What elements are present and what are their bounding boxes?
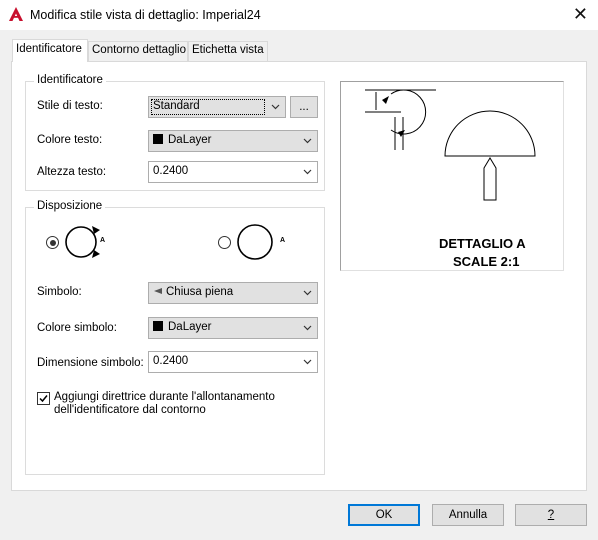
group-title: Disposizione	[34, 200, 106, 212]
leader-line-1: Aggiungi direttrice durante l'allontanam…	[54, 391, 275, 403]
leader-line-2: dell'identificatore dal contorno	[54, 404, 206, 416]
tab-label: Contorno dettaglio	[92, 44, 186, 56]
radio-arrow-style[interactable]	[46, 236, 59, 249]
text-style-browse-button[interactable]: ...	[290, 96, 318, 118]
leader-checkbox[interactable]	[37, 392, 50, 405]
preview-label-line-1: DETTAGLIO A	[439, 236, 526, 251]
chevron-down-icon	[303, 169, 312, 175]
symbol-color-value: DaLayer	[168, 321, 212, 333]
closed-filled-arrow-icon	[154, 288, 162, 294]
radio-plain-style[interactable]	[218, 236, 231, 249]
symbol-color-select[interactable]: DaLayer	[148, 317, 318, 339]
window-title: Modifica stile vista di dettaglio: Imper…	[30, 8, 261, 22]
symbol-label: Simbolo:	[37, 286, 82, 298]
title-bar: Modifica stile vista di dettaglio: Imper…	[0, 0, 598, 30]
text-color-value: DaLayer	[168, 134, 212, 146]
group-title: Identificatore	[34, 74, 106, 86]
symbol-select[interactable]: Chiusa piena	[148, 282, 318, 304]
radio-letter: A	[100, 237, 106, 244]
symbol-size-label: Dimensione simbolo:	[37, 357, 144, 369]
chevron-down-icon	[271, 104, 280, 110]
symbol-size-combo[interactable]: 0.2400	[148, 351, 318, 373]
chevron-down-icon	[303, 290, 312, 296]
tab-etichetta-vista[interactable]: Etichetta vista	[188, 41, 268, 61]
symbol-size-value: 0.2400	[153, 355, 189, 367]
symbol-value: Chiusa piena	[166, 286, 234, 298]
chevron-down-icon	[303, 359, 312, 365]
tab-identificatore[interactable]: Identificatore	[12, 39, 88, 62]
symbol-color-label: Colore simbolo:	[37, 322, 117, 334]
tab-label: Etichetta vista	[192, 44, 264, 56]
help-button[interactable]: ?	[515, 504, 587, 526]
checkmark-icon	[39, 395, 48, 403]
tab-contorno-dettaglio[interactable]: Contorno dettaglio	[88, 41, 188, 61]
text-height-value: 0.2400	[153, 165, 189, 177]
close-icon[interactable]: ✕	[573, 5, 588, 23]
chevron-down-icon	[303, 325, 312, 331]
radio-letter: A	[280, 237, 286, 244]
text-style-label: Stile di testo:	[37, 100, 103, 112]
leader-checkbox-label[interactable]: Aggiungi direttrice durante l'allontanam…	[54, 391, 275, 417]
ok-button[interactable]: OK	[348, 504, 420, 526]
preview-panel: DETTAGLIO A SCALE 2:1	[340, 81, 564, 271]
preview-label-line-2: SCALE 2:1	[453, 254, 520, 269]
text-color-label: Colore testo:	[37, 134, 103, 146]
radio-dot	[49, 239, 56, 246]
chevron-down-icon	[303, 138, 312, 144]
cancel-button[interactable]: Annulla	[432, 504, 504, 526]
text-style-select[interactable]: Standard	[148, 96, 286, 118]
text-height-label: Altezza testo:	[37, 166, 107, 178]
text-height-combo[interactable]: 0.2400	[148, 161, 318, 183]
tab-label: Identificatore	[16, 43, 82, 55]
circle-icon	[237, 224, 273, 260]
autocad-logo-icon	[9, 7, 23, 21]
text-color-select[interactable]: DaLayer	[148, 130, 318, 152]
color-swatch	[153, 134, 163, 144]
color-swatch	[153, 321, 163, 331]
text-style-value: Standard	[153, 100, 200, 112]
